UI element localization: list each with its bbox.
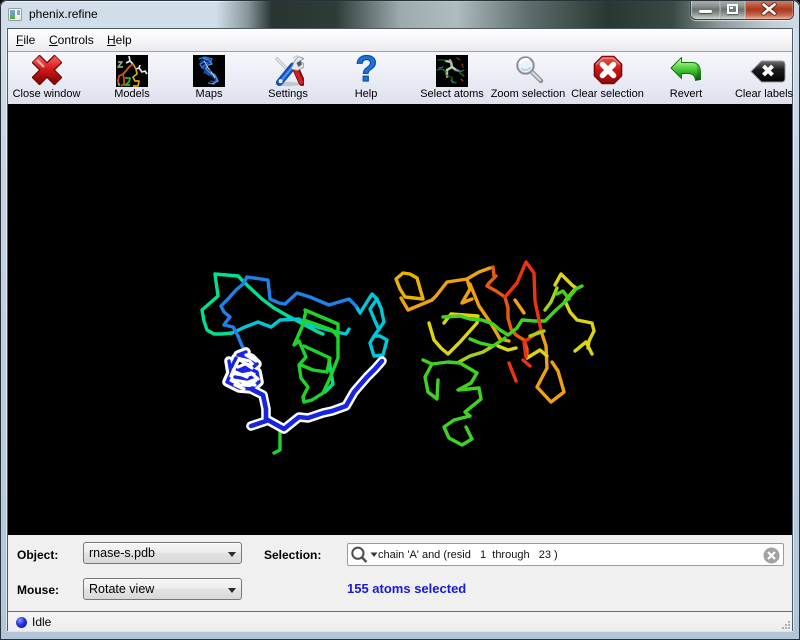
svg-text:?: ? (356, 54, 377, 84)
